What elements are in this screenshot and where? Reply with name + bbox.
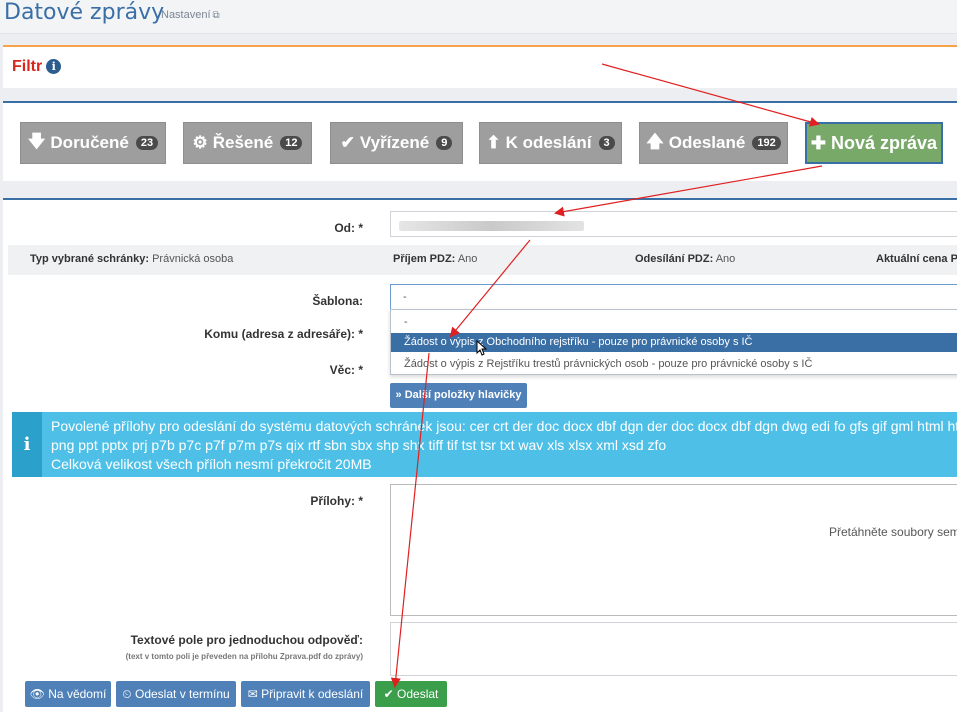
from-field[interactable] — [390, 211, 957, 237]
settings-link-label: Nastavení — [161, 9, 211, 21]
more-header-items-button[interactable]: » Další položky hlavičky — [390, 383, 527, 408]
mailbox-type: Typ vybrané schránky: Právnická osoba — [30, 253, 234, 265]
envelope-icon: ✉ — [247, 687, 258, 701]
attachments-dropzone[interactable]: Přetáhněte soubory sem a — [390, 484, 957, 616]
external-link-icon: ⧉ — [212, 10, 220, 21]
send-scheduled-button[interactable]: ⏲ Odeslat v termínu — [116, 681, 236, 707]
template-select[interactable]: - — [390, 284, 957, 310]
folders-panel: 🡇 Doručené 23 ⚙ Řešené 12 ✔ Vyřízené 9 ⬆… — [3, 101, 957, 181]
folder-label: Řešené — [212, 133, 274, 152]
simple-reply-textarea[interactable] — [390, 622, 957, 676]
folder-in-progress-button[interactable]: ⚙ Řešené 12 — [183, 122, 312, 164]
count-badge: 3 — [598, 136, 615, 150]
template-label: Šablona: — [312, 294, 363, 308]
top-bar: Datové zprávy Nastavení ⧉ — [0, 0, 957, 34]
folder-label: K odeslání — [505, 133, 592, 152]
gears-icon: ⚙ — [192, 133, 208, 152]
attachments-label: Přílohy: * — [310, 494, 363, 508]
page-title: Datové zprávy — [4, 0, 165, 25]
more-header-items-label: Další položky hlavičky — [404, 389, 522, 401]
folder-label: Odeslané — [668, 133, 746, 152]
prepare-to-send-button[interactable]: ✉ Připravit k odeslání — [241, 681, 370, 707]
template-selected-value: - — [403, 291, 407, 303]
button-label: Odeslat — [397, 687, 439, 701]
alert-line-1: Povolené přílohy pro odeslání do systému… — [51, 418, 957, 434]
info-icon[interactable]: i — [46, 59, 62, 74]
count-badge: 192 — [752, 136, 781, 150]
mailbox-info-row: Typ vybrané schránky: Právnická osoba Př… — [8, 245, 957, 275]
settings-link[interactable]: Nastavení ⧉ — [161, 9, 220, 21]
template-option-empty[interactable]: - — [391, 313, 957, 332]
folder-sent-button[interactable]: 🡅 Odeslané 192 — [639, 122, 788, 164]
clock-icon: ⏲ — [122, 687, 132, 701]
button-label: Připravit k odeslání — [261, 687, 364, 701]
send-button[interactable]: ✔ Odeslat — [375, 681, 447, 707]
button-label: Odeslat v termínu — [135, 687, 230, 701]
alert-line-2: png ppt pptx prj p7b p7c p7f p7m p7s qix… — [51, 437, 667, 453]
count-badge: 23 — [135, 136, 159, 150]
eye-icon: 👁 — [29, 687, 45, 701]
template-option-criminal-register[interactable]: Žádost o výpis z Rejstříku trestů právni… — [391, 355, 957, 374]
alert-line-3: Celková velikost všech příloh nesmí přek… — [51, 456, 372, 472]
redacted-sender — [399, 221, 584, 231]
info-icon: i — [12, 412, 42, 477]
new-message-button[interactable]: ✚ Nová zpráva — [805, 122, 943, 164]
plus-icon: ✚ — [810, 132, 827, 153]
from-label: Od: * — [334, 221, 363, 235]
check-icon: ✔ — [340, 133, 355, 152]
folder-label: Doručené — [50, 133, 129, 152]
mouse-cursor-icon — [476, 340, 488, 356]
button-label: Na vědomí — [48, 687, 107, 701]
send-pdz: Odesílání PDZ: Ano — [635, 253, 736, 265]
check-icon: ✔ — [383, 687, 394, 701]
arrow-down-icon: 🡇 — [27, 131, 46, 151]
folder-to-send-button[interactable]: ⬆ K odeslání 3 — [479, 122, 622, 164]
double-chevron-down-icon: » — [395, 389, 402, 401]
receive-pdz: Příjem PDZ: Ano — [393, 253, 478, 265]
arrow-up-icon: 🡅 — [646, 131, 664, 151]
text-field-label: Textové pole pro jednoduchou odpověď: — [130, 633, 363, 647]
to-label: Komu (adresa z adresáře): * — [204, 327, 363, 341]
filter-title: Filtr — [12, 58, 43, 75]
count-badge: 9 — [436, 136, 453, 150]
folder-inbox-button[interactable]: 🡇 Doručené 23 — [20, 122, 166, 164]
new-message-label: Nová zpráva — [831, 132, 938, 153]
subject-label: Věc: * — [329, 363, 363, 377]
dropzone-text: Přetáhněte soubory sem a — [829, 525, 957, 539]
attachments-info-alert: i Povolené přílohy pro odeslání do systé… — [12, 412, 957, 477]
text-field-note: (text v tomto poli je převeden na příloh… — [125, 652, 363, 661]
current-price: Aktuální cena P — [876, 253, 957, 265]
folder-done-button[interactable]: ✔ Vyřízené 9 — [330, 122, 463, 164]
folder-label: Vyřízené — [359, 133, 430, 152]
count-badge: 12 — [280, 136, 303, 150]
filter-panel: Filtr i — [3, 45, 957, 88]
circle-arrow-up-icon: ⬆ — [486, 133, 501, 152]
for-information-button[interactable]: 👁 Na vědomí — [25, 681, 111, 707]
filter-toggle[interactable]: Filtr i — [12, 58, 62, 76]
